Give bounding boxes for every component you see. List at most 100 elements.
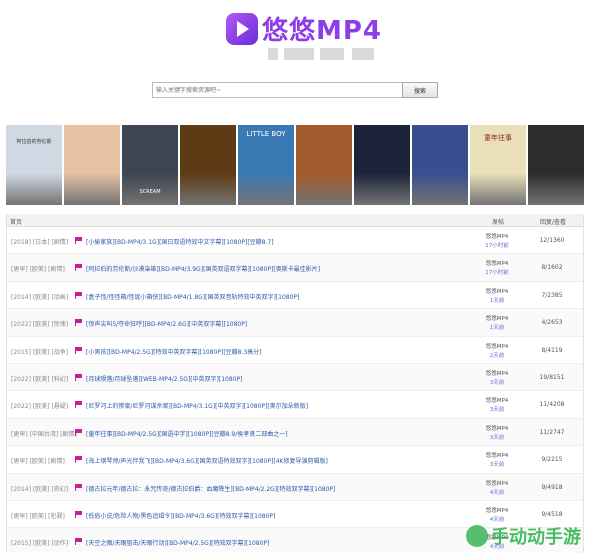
table-row: [2022] [欧美] [惊悚] [惊声尖叫5/夺命狂呼][BD-MP4/2.6G…: [7, 309, 583, 337]
logo-text: 悠悠MP4: [262, 16, 383, 46]
thread-title-link[interactable]: [盒子怪/怪怪箱/怪诞小箱侠][BD-MP4/1.8G][国英双音轨特效中英双字…: [86, 292, 299, 301]
search-bar: 搜索: [152, 82, 438, 98]
play-logo-icon: [226, 12, 258, 45]
row-category[interactable]: [更早] [中国台湾] [剧情]: [11, 429, 77, 438]
row-category[interactable]: [2014] [欧美] [奇幻]: [11, 484, 68, 493]
poster-title: 阿拉伯的劳伦斯: [16, 139, 52, 145]
thread-title-link[interactable]: [小男孩][BD-MP4/2.5G][特效中英双字幕][1080P][豆瓣8.3…: [86, 347, 262, 356]
thread-title-link[interactable]: [阿拉伯的劳伦斯/沙漠枭雄][BD-MP4/3.9G][国英双语双字幕][108…: [86, 264, 320, 273]
row-author[interactable]: 悠悠MP4: [480, 369, 514, 377]
thread-title-link[interactable]: [惊声尖叫5/夺命狂呼][BD-MP4/2.6G][中英双字幕][1080P]: [86, 319, 247, 328]
row-stats: 8/4119: [541, 346, 563, 354]
row-time[interactable]: 3天前: [480, 405, 514, 413]
row-category[interactable]: [2015] [欧美] [动作]: [11, 538, 68, 547]
row-stats: 19/8151: [539, 373, 565, 381]
flag-icon: [75, 319, 83, 327]
poster-title: SCREAM: [139, 189, 161, 195]
row-time[interactable]: 17小时前: [480, 241, 514, 249]
row-author[interactable]: 悠悠MP4: [480, 259, 514, 267]
flag-icon: [75, 538, 83, 546]
movie-poster[interactable]: [296, 125, 352, 205]
table-row: [2018] [日本] [剧情] [小偷家族][BD-MP4/3.1G][国日双语…: [7, 227, 583, 255]
header-author: 发帖: [492, 219, 505, 226]
movie-poster[interactable]: [354, 125, 410, 205]
thread-title-link[interactable]: [童年往事][BD-MP4/2.5G][国语中字][1080P][豆瓣8.9/侯…: [86, 429, 288, 438]
row-stats: 12/1360: [539, 237, 565, 244]
site-header: 悠悠MP4 搜索: [0, 0, 594, 125]
flag-icon: [75, 264, 83, 272]
header-stats: 回复/查看: [540, 219, 567, 226]
row-category[interactable]: [2018] [日本] [剧情]: [11, 237, 68, 246]
row-category[interactable]: [2015] [欧美] [战争]: [11, 347, 68, 356]
header-home-link[interactable]: 首页: [10, 217, 22, 226]
thread-list: [2018] [日本] [剧情] [小偷家族][BD-MP4/3.1G][国日双语…: [7, 227, 583, 553]
watermark-text: 手动动手游: [491, 527, 581, 548]
search-input[interactable]: [152, 82, 402, 98]
movie-poster[interactable]: 童年往事: [470, 125, 526, 205]
site-logo[interactable]: 悠悠MP4: [226, 10, 382, 47]
row-category[interactable]: [更早] [欧美] [剧情]: [11, 456, 65, 465]
movie-poster[interactable]: [64, 125, 120, 205]
flag-icon: [75, 291, 83, 299]
table-row: [2014] [欧美] [动画] [盒子怪/怪怪箱/怪诞小箱侠][BD-MP4/1…: [7, 282, 583, 310]
watermark: 手动动手游: [466, 523, 590, 549]
row-category[interactable]: [2014] [欧美] [动画]: [11, 292, 68, 301]
row-time[interactable]: 4天前: [480, 488, 514, 496]
row-stats: 4/2653: [541, 319, 563, 327]
thread-title-link[interactable]: [德古拉元年/德古拉：永咒传奇/德古拉伯爵：血魔降生][BD-MP4/2.2G]…: [86, 484, 335, 493]
row-author[interactable]: 悠悠MP4: [480, 451, 514, 459]
movie-poster[interactable]: 阿拉伯的劳伦斯: [6, 125, 62, 205]
row-stats: 11/4208: [539, 401, 565, 409]
movie-poster[interactable]: SCREAM: [122, 125, 178, 205]
row-time[interactable]: 4天前: [480, 515, 514, 523]
row-time[interactable]: 3天前: [480, 378, 514, 386]
flag-icon: [75, 373, 83, 381]
row-time[interactable]: 17小时前: [480, 268, 514, 276]
table-row: [2014] [欧美] [奇幻] [德古拉元年/德古拉：永咒传奇/德古拉伯爵：血魔…: [7, 473, 583, 501]
row-stats: 8/1602: [541, 264, 563, 272]
row-time[interactable]: 2天前: [480, 351, 514, 359]
movie-poster[interactable]: [528, 125, 584, 205]
movie-poster[interactable]: LITTLE BOY: [238, 125, 294, 205]
row-time[interactable]: 3天前: [480, 433, 514, 441]
thread-title-link[interactable]: [尼罗河上的惨案/尼罗河谋杀案][BD-MP4/3.1G][中英双字][1080…: [86, 401, 308, 410]
row-category[interactable]: [2022] [欧美] [惊悚]: [11, 319, 68, 328]
thread-title-link[interactable]: [天空之眼/天眼狙击/天眼行动][BD-MP4/2.5G][特效双字幕][108…: [86, 538, 269, 547]
row-category[interactable]: [2022] [欧美] [科幻]: [11, 374, 68, 383]
thread-title-link[interactable]: [月球陨落/月球坠落][WEB-MP4/2.5G][中英双字][1080P]: [86, 374, 242, 383]
movie-poster[interactable]: [412, 125, 468, 205]
row-author[interactable]: 悠悠MP4: [480, 314, 514, 322]
row-time[interactable]: 3天前: [480, 460, 514, 468]
row-author[interactable]: 悠悠MP4: [480, 424, 514, 432]
row-category[interactable]: [更早] [欧美] [犯罪]: [11, 511, 65, 520]
flag-icon: [75, 401, 83, 409]
flag-icon: [75, 510, 83, 518]
movie-poster[interactable]: [180, 125, 236, 205]
table-row: [2022] [欧美] [悬疑] [尼罗河上的惨案/尼罗河谋杀案][BD-MP4/…: [7, 391, 583, 419]
row-author[interactable]: 悠悠MP4: [480, 506, 514, 514]
row-category[interactable]: [更早] [欧美] [剧情]: [11, 264, 65, 273]
table-header: 首页 发帖 回复/查看: [7, 214, 583, 227]
row-time[interactable]: 1天前: [480, 323, 514, 331]
thread-title-link[interactable]: [小偷家族][BD-MP4/3.1G][国日双语特效中文字幕][1080P][豆…: [86, 237, 274, 246]
row-stats: 7/2385: [541, 291, 563, 299]
logo-subtitle-blurred: [268, 48, 378, 60]
thread-title-link[interactable]: [海上钢琴师/声光伴我飞][BD-MP4/3.6G][国英双语特效双字][108…: [86, 456, 328, 465]
row-stats: 9/4518: [541, 510, 563, 518]
search-button[interactable]: 搜索: [402, 82, 438, 98]
row-author[interactable]: 悠悠MP4: [480, 287, 514, 295]
poster-strip: 阿拉伯的劳伦斯 SCREAM LITTLE BOY 童年往事: [6, 125, 584, 205]
poster-title: 童年往事: [484, 134, 512, 142]
table-row: [更早] [欧美] [剧情] [阿拉伯的劳伦斯/沙漠枭雄][BD-MP4/3.9G…: [7, 254, 583, 282]
table-row: [更早] [中国台湾] [剧情] [童年往事][BD-MP4/2.5G][国语中字…: [7, 418, 583, 447]
table-row: [2022] [欧美] [科幻] [月球陨落/月球坠落][WEB-MP4/2.5G…: [7, 363, 583, 392]
row-time[interactable]: 1天前: [480, 296, 514, 304]
row-author[interactable]: 悠悠MP4: [480, 342, 514, 350]
row-author[interactable]: 悠悠MP4: [480, 232, 514, 240]
row-stats: 11/2747: [539, 428, 565, 436]
row-category[interactable]: [2022] [欧美] [悬疑]: [11, 401, 68, 410]
row-author[interactable]: 悠悠MP4: [480, 479, 514, 487]
row-author[interactable]: 悠悠MP4: [480, 396, 514, 404]
thread-title-link[interactable]: [低俗小说/危险人物/黑色追缉令][BD-MP4/3.6G][特效双字幕][10…: [86, 511, 275, 520]
flag-icon: [75, 346, 83, 354]
